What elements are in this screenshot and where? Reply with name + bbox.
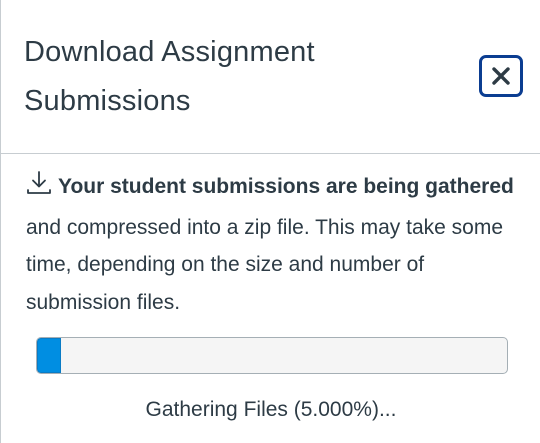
- close-icon: [491, 66, 511, 86]
- status-message-bold: Your student submissions are being gathe…: [58, 175, 514, 198]
- status-message: Your student submissions are being gathe…: [26, 168, 526, 321]
- status-message-rest: and compressed into a zip file. This may…: [26, 215, 504, 314]
- download-submissions-dialog: Download Assignment Submissions Your stu…: [0, 0, 540, 443]
- download-icon: [26, 170, 52, 209]
- close-button[interactable]: [479, 55, 523, 97]
- dialog-title: Download Assignment Submissions: [24, 36, 315, 117]
- progress-bar: [36, 337, 508, 374]
- dialog-header: Download Assignment Submissions: [1, 0, 540, 154]
- progress-label: Gathering Files (5.000%)...: [145, 398, 397, 421]
- progress-bar-fill: [37, 338, 61, 373]
- dialog-body: Your student submissions are being gathe…: [26, 168, 526, 321]
